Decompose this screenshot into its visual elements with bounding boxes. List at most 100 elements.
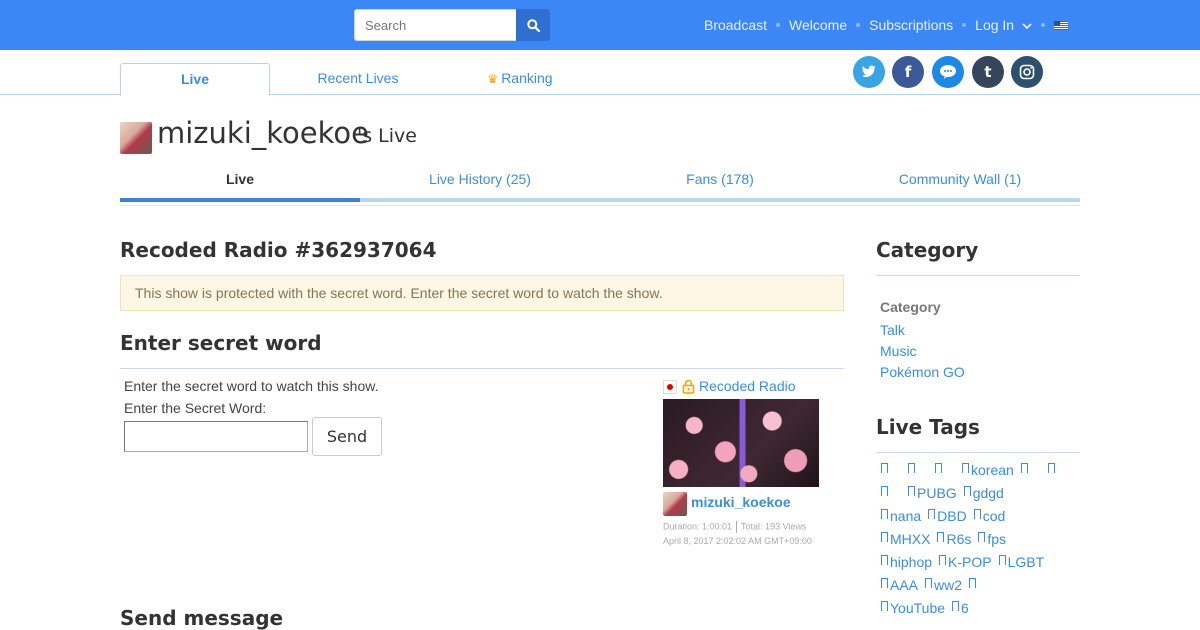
line-icon[interactable] xyxy=(932,56,964,88)
profile-name[interactable]: mizuki_koekoe xyxy=(157,116,369,150)
nav-broadcast[interactable]: Broadcast xyxy=(704,17,767,33)
tag-label: LGBT xyxy=(1007,554,1045,570)
category-link[interactable]: Pokémon GO xyxy=(880,364,965,380)
profile-tab-community-wall[interactable]: Community Wall (1) xyxy=(840,171,1080,187)
card-avatar[interactable] xyxy=(663,492,687,516)
bookmark-icon xyxy=(881,578,888,591)
live-tags-title: Live Tags xyxy=(876,415,980,439)
profile-tab-live[interactable]: Live xyxy=(120,171,360,187)
bookmark-icon xyxy=(1020,463,1028,476)
twitter-icon[interactable] xyxy=(853,56,885,88)
tag-link[interactable] xyxy=(935,462,944,478)
tag-link[interactable]: AAA xyxy=(881,577,918,593)
card-meta: Duration: 1:00:01 Total: 193 Views xyxy=(663,521,806,533)
instagram-icon[interactable] xyxy=(1011,56,1043,88)
tumblr-icon[interactable]: t xyxy=(972,56,1004,88)
protected-alert: This show is protected with the secret w… xyxy=(120,275,844,311)
tag-link[interactable]: 6 xyxy=(952,600,969,616)
nav-separator xyxy=(776,23,781,27)
tag-link[interactable] xyxy=(881,462,890,478)
nav-welcome[interactable]: Welcome xyxy=(789,17,847,33)
tag-row: hiphop K-POP LGBT xyxy=(881,554,1051,570)
tag-link[interactable] xyxy=(1047,462,1057,478)
tag-link[interactable] xyxy=(908,462,917,478)
search-input[interactable] xyxy=(354,9,517,41)
category-link[interactable]: Talk xyxy=(880,322,905,338)
top-nav: Broadcast Welcome Subscriptions Log In xyxy=(704,0,1068,50)
card-title-link[interactable]: Recoded Radio xyxy=(699,378,796,394)
card-duration: Duration: 1:00:01 xyxy=(663,521,733,532)
tag-link[interactable]: gdgd xyxy=(963,485,1004,501)
bookmark-icon xyxy=(1047,463,1055,476)
tag-link[interactable]: hiphop xyxy=(881,554,932,570)
tag-link[interactable]: YouTube xyxy=(881,600,945,616)
bookmark-icon xyxy=(998,555,1006,568)
tag-link[interactable]: MHXX xyxy=(881,531,930,547)
main-tabs-bar: Live Recent Lives ♛ Ranking f t xyxy=(0,50,1200,96)
tag-link[interactable] xyxy=(1020,462,1030,478)
profile-tab-underline xyxy=(120,198,1080,202)
bookmark-icon xyxy=(969,578,977,591)
tag-link[interactable]: cod xyxy=(973,508,1006,524)
search-icon xyxy=(526,18,540,32)
tag-label: ww2 xyxy=(934,577,963,593)
tag-row: PUBG gdgd xyxy=(881,485,1011,501)
nav-login-label: Log In xyxy=(975,17,1015,33)
tab-ranking[interactable]: ♛ Ranking xyxy=(445,63,595,95)
nav-separator xyxy=(1041,23,1045,27)
profile-tab-live-history[interactable]: Live History (25) xyxy=(360,171,600,187)
tag-link[interactable]: DBD xyxy=(928,508,967,524)
card-views: Total: 193 Views xyxy=(741,521,807,532)
bookmark-icon xyxy=(881,486,888,499)
bookmark-icon xyxy=(937,532,945,545)
category-label: Category xyxy=(880,299,941,315)
tab-ranking-label: Ranking xyxy=(501,70,553,86)
tag-link[interactable]: ww2 xyxy=(925,577,962,593)
nav-subscriptions[interactable]: Subscriptions xyxy=(869,17,953,33)
card-user-link[interactable]: mizuki_koekoe xyxy=(691,494,791,510)
bookmark-icon xyxy=(962,463,969,476)
top-bar: Broadcast Welcome Subscriptions Log In xyxy=(0,0,1200,50)
nav-login[interactable]: Log In xyxy=(975,17,1032,33)
bookmark-icon xyxy=(881,463,888,476)
divider xyxy=(120,205,1080,206)
secret-field-label: Enter the Secret Word: xyxy=(124,400,267,416)
search-button[interactable] xyxy=(516,9,550,41)
tag-label: cod xyxy=(982,508,1006,524)
tab-live[interactable]: Live xyxy=(120,63,270,96)
tag-label: R6s xyxy=(946,531,972,547)
bookmark-icon xyxy=(881,601,888,614)
facebook-icon[interactable]: f xyxy=(892,56,924,88)
tag-link[interactable] xyxy=(969,577,978,593)
tag-link[interactable]: R6s xyxy=(937,531,971,547)
send-button[interactable]: Send xyxy=(312,417,382,456)
tag-row: AAA ww2 xyxy=(881,577,996,593)
live-thumbnail[interactable] xyxy=(663,399,819,487)
bookmark-icon xyxy=(952,601,960,614)
tag-row: MHXX R6s fps xyxy=(881,531,1013,547)
lock-icon xyxy=(682,379,695,394)
avatar[interactable] xyxy=(120,122,152,154)
chevron-down-icon xyxy=(1022,23,1032,30)
bookmark-icon xyxy=(881,555,888,568)
tag-link[interactable]: fps xyxy=(978,531,1006,547)
tag-link[interactable] xyxy=(881,485,890,501)
tag-link[interactable]: nana xyxy=(881,508,921,524)
tab-recent-lives[interactable]: Recent Lives xyxy=(283,63,433,95)
tag-link[interactable]: PUBG xyxy=(908,485,957,501)
divider xyxy=(876,452,1080,453)
secret-word-input[interactable] xyxy=(124,421,308,452)
tag-label: MHXX xyxy=(890,531,931,547)
tag-label: K-POP xyxy=(948,554,992,570)
us-flag-icon[interactable] xyxy=(1054,20,1068,30)
tag-label: YouTube xyxy=(890,600,946,616)
profile-tab-fans[interactable]: Fans (178) xyxy=(600,171,840,187)
profile-tab-active-indicator xyxy=(120,198,360,202)
category-link[interactable]: Music xyxy=(880,343,917,359)
bookmark-icon xyxy=(963,486,971,499)
tag-link[interactable]: K-POP xyxy=(939,554,992,570)
nav-separator xyxy=(962,23,967,27)
tag-link[interactable]: korean xyxy=(962,462,1014,478)
tag-link[interactable]: LGBT xyxy=(998,554,1045,570)
tag-label: hiphop xyxy=(890,554,933,570)
